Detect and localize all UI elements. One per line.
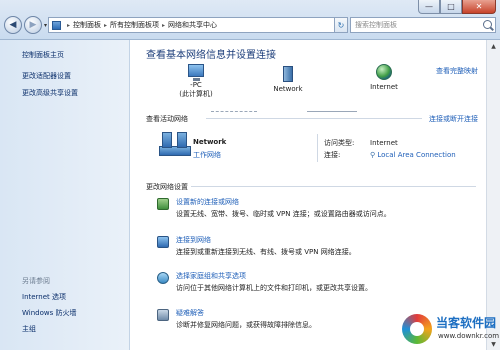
task-setup-connection-desc: 设置无线、宽带、拨号、临时或 VPN 连接；或设置路由器或访问点。: [176, 210, 391, 218]
minimize-button[interactable]: —: [418, 0, 440, 14]
divider: [191, 186, 476, 187]
watermark-url: www.downkr.com: [438, 332, 500, 340]
breadcrumb-control-panel[interactable]: 控制面板: [73, 20, 101, 30]
address-bar[interactable]: ▸ 控制面板 ▸ 所有控制面板项 ▸ 网络和共享中心 ▾: [48, 17, 346, 33]
map-node-network: Network: [263, 66, 313, 93]
local-area-connection-link[interactable]: Local Area Connection: [377, 151, 455, 159]
network-icon-pc-left: [162, 132, 172, 148]
map-node-pc: -PC (此计算机): [166, 64, 226, 99]
nav-buttons: ◀ ▶ ▾: [4, 15, 51, 35]
back-button[interactable]: ◀: [4, 16, 22, 34]
page-title: 查看基本网络信息并设置连接: [146, 50, 276, 61]
computer-icon: [188, 64, 204, 81]
active-networks-heading: 查看活动网络: [146, 115, 188, 123]
search-input[interactable]: 搜索控制面板: [350, 17, 496, 33]
work-network-icon[interactable]: [159, 132, 191, 160]
task-troubleshoot-link[interactable]: 疑难解答: [176, 308, 204, 318]
network-icon-pc-right: [177, 132, 187, 148]
pc-name: -PC: [190, 81, 202, 89]
task-troubleshoot-desc: 诊断并修复网络问题，或获得故障排除信息。: [176, 321, 316, 329]
see-also-windows-firewall[interactable]: Windows 防火墙: [22, 308, 76, 318]
window-chrome: — □ ✕ ◀ ▶ ▾ ▸ 控制面板 ▸ 所有控制面板项 ▸ 网络和共享中心 ▾…: [0, 0, 500, 40]
sidebar: 控制面板主页 更改适配器设置 更改高级共享设置 另请参阅 Internet 选项…: [0, 40, 130, 350]
connection-row: 连接: ⚲ Local Area Connection: [324, 150, 456, 160]
chevron-right-icon[interactable]: ▸: [67, 22, 70, 29]
sidebar-item-home[interactable]: 控制面板主页: [22, 50, 64, 60]
chevron-right-icon[interactable]: ▸: [104, 22, 107, 29]
map-link-pc-network: [211, 111, 257, 112]
control-panel-icon: [52, 20, 61, 30]
internet-label: Internet: [370, 83, 398, 91]
breadcrumb-all-items[interactable]: 所有控制面板项: [110, 20, 159, 30]
refresh-button[interactable]: ↻: [334, 17, 348, 33]
breadcrumb-network-center[interactable]: 网络和共享中心: [168, 20, 217, 30]
connection-label: 连接:: [324, 151, 341, 159]
active-network-name: Network: [193, 138, 227, 146]
watermark-logo-icon: [402, 314, 432, 344]
change-settings-heading: 更改网络设置: [146, 183, 188, 191]
vertical-scrollbar[interactable]: ▲ ▼: [486, 40, 500, 350]
see-also-heading: 另请参阅: [22, 277, 50, 285]
sidebar-item-adapter-settings[interactable]: 更改适配器设置: [22, 71, 71, 81]
window-controls: — □ ✕: [418, 0, 496, 14]
task-homegroup-link[interactable]: 选择家庭组和共享选项: [176, 271, 246, 281]
network-label: Network: [273, 85, 303, 93]
sidebar-item-advanced-sharing[interactable]: 更改高级共享设置: [22, 88, 78, 98]
see-also-internet-options[interactable]: Internet 选项: [22, 292, 66, 302]
maximize-button[interactable]: □: [440, 0, 462, 14]
watermark-title: 当客软件园: [436, 316, 497, 330]
task-connect-network-desc: 连接到或重新连接到无线、有线、拨号或 VPN 网络连接。: [176, 248, 356, 256]
pc-subtitle: (此计算机): [179, 90, 213, 98]
watermark: 当客软件园 www.downkr.com: [398, 310, 500, 350]
main-content: 查看基本网络信息并设置连接 查看完整映射 -PC (此计算机) Network …: [131, 40, 486, 350]
network-type-link[interactable]: 工作网络: [193, 150, 221, 160]
task-setup-connection-link[interactable]: 设置新的连接或网络: [176, 197, 239, 207]
access-type-label: 访问类型:: [324, 139, 355, 147]
map-node-internet: Internet: [359, 64, 409, 91]
network-icon: [283, 66, 293, 82]
history-dropdown[interactable]: ▾: [44, 22, 47, 29]
scroll-up-icon[interactable]: ▲: [487, 40, 500, 52]
divider: [317, 134, 318, 162]
divider: [206, 118, 422, 119]
task-homegroup-desc: 访问位于其他网络计算机上的文件和打印机，或更改共享设置。: [176, 284, 372, 292]
access-type-row: 访问类型: Internet: [324, 138, 398, 148]
close-button[interactable]: ✕: [462, 0, 496, 14]
connect-network-icon: [157, 236, 169, 248]
connect-disconnect-link[interactable]: 连接或断开连接: [429, 114, 478, 124]
task-connect-network-link[interactable]: 连接到网络: [176, 235, 211, 245]
map-link-network-internet: [307, 111, 357, 112]
access-type-value: Internet: [370, 139, 398, 147]
see-also-homegroup[interactable]: 主组: [22, 324, 36, 334]
full-map-link[interactable]: 查看完整映射: [436, 66, 478, 76]
chevron-right-icon[interactable]: ▸: [162, 22, 165, 29]
globe-icon: [376, 64, 392, 80]
homegroup-icon: [157, 272, 169, 284]
new-connection-icon: [157, 198, 169, 210]
troubleshoot-icon: [157, 309, 169, 321]
search-icon[interactable]: [483, 20, 492, 29]
forward-button[interactable]: ▶: [24, 16, 42, 34]
search-placeholder: 搜索控制面板: [355, 21, 397, 29]
